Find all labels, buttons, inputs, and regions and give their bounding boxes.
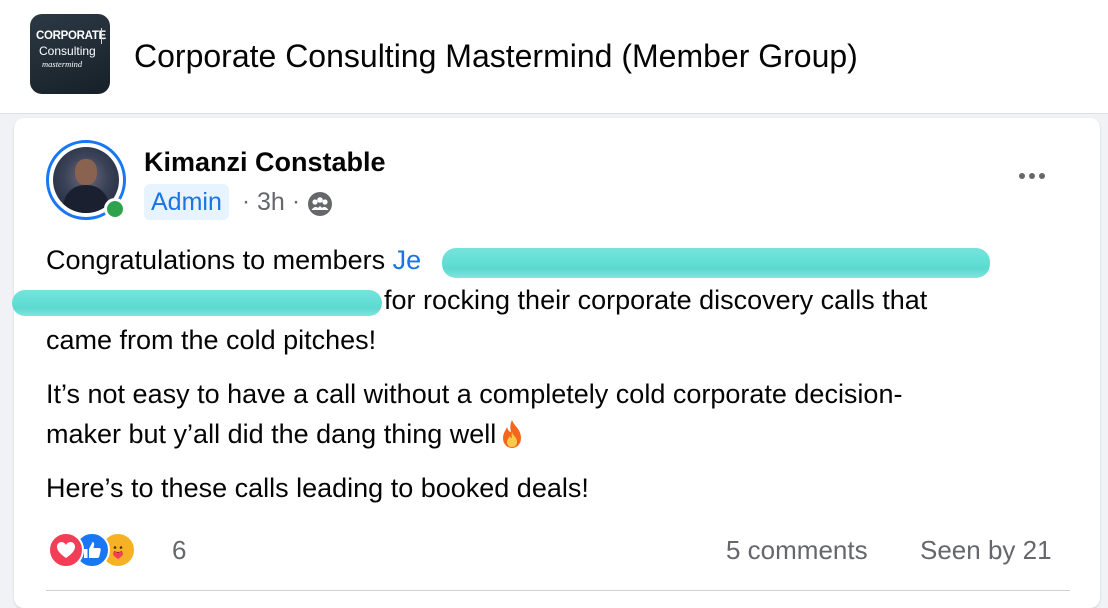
logo-text-mastermind: mastermind — [42, 59, 83, 69]
post-timestamp[interactable]: 3h — [257, 186, 285, 218]
logo-divider — [101, 28, 102, 44]
member-mention[interactable]: Je — [393, 245, 422, 275]
post-line: Here’s to these calls leading to booked … — [46, 473, 589, 503]
more-dot — [1019, 173, 1025, 179]
redaction-mark — [12, 290, 382, 316]
avatar-body — [63, 185, 109, 213]
logo-text-corporate: CORPORATE — [36, 30, 106, 42]
more-dot — [1029, 173, 1035, 179]
post-line: maker but y’all did the dang thing well — [46, 414, 526, 454]
group-header: CORPORATE ▪ ▪ ▪ Consulting mastermind Corp… — [0, 0, 1108, 114]
more-options-button[interactable] — [1012, 160, 1052, 192]
meta-separator: · — [242, 188, 250, 215]
action-divider — [46, 590, 1070, 591]
group-title[interactable]: Corporate Consulting Mastermind (Member … — [134, 36, 858, 76]
post-line: Congratulations to members Je — [46, 240, 421, 280]
post-card: Kimanzi Constable Admin · 3h · Congratul… — [12, 118, 1100, 608]
author-name[interactable]: Kimanzi Constable — [144, 146, 386, 178]
comments-count[interactable]: 5 comments — [726, 534, 868, 566]
group-members-icon[interactable] — [307, 191, 333, 217]
avatar-head — [75, 159, 97, 185]
fire-icon — [503, 420, 522, 448]
post-text: maker but y’all did the dang thing well — [46, 419, 497, 449]
reaction-count[interactable]: 6 — [172, 534, 186, 566]
post-line: came from the cold pitches! — [46, 325, 377, 355]
seen-by-count[interactable]: Seen by 21 — [920, 534, 1052, 566]
post-line: for rocking their corporate discovery ca… — [384, 285, 928, 315]
post-text: Congratulations to members — [46, 245, 393, 275]
logo-text-consulting: Consulting — [39, 44, 96, 58]
online-status-dot — [104, 198, 126, 220]
more-dot — [1039, 173, 1045, 179]
love-reaction-icon — [48, 532, 84, 568]
redaction-mark — [442, 248, 990, 278]
group-logo[interactable]: CORPORATE ▪ ▪ ▪ Consulting mastermind — [30, 14, 110, 94]
meta-separator: · — [292, 188, 300, 215]
admin-badge[interactable]: Admin — [144, 184, 229, 220]
reactions-summary[interactable] — [48, 532, 158, 568]
post-line: It’s not easy to have a call without a c… — [46, 379, 903, 409]
logo-small-mark: ▪ ▪ ▪ — [103, 28, 105, 41]
